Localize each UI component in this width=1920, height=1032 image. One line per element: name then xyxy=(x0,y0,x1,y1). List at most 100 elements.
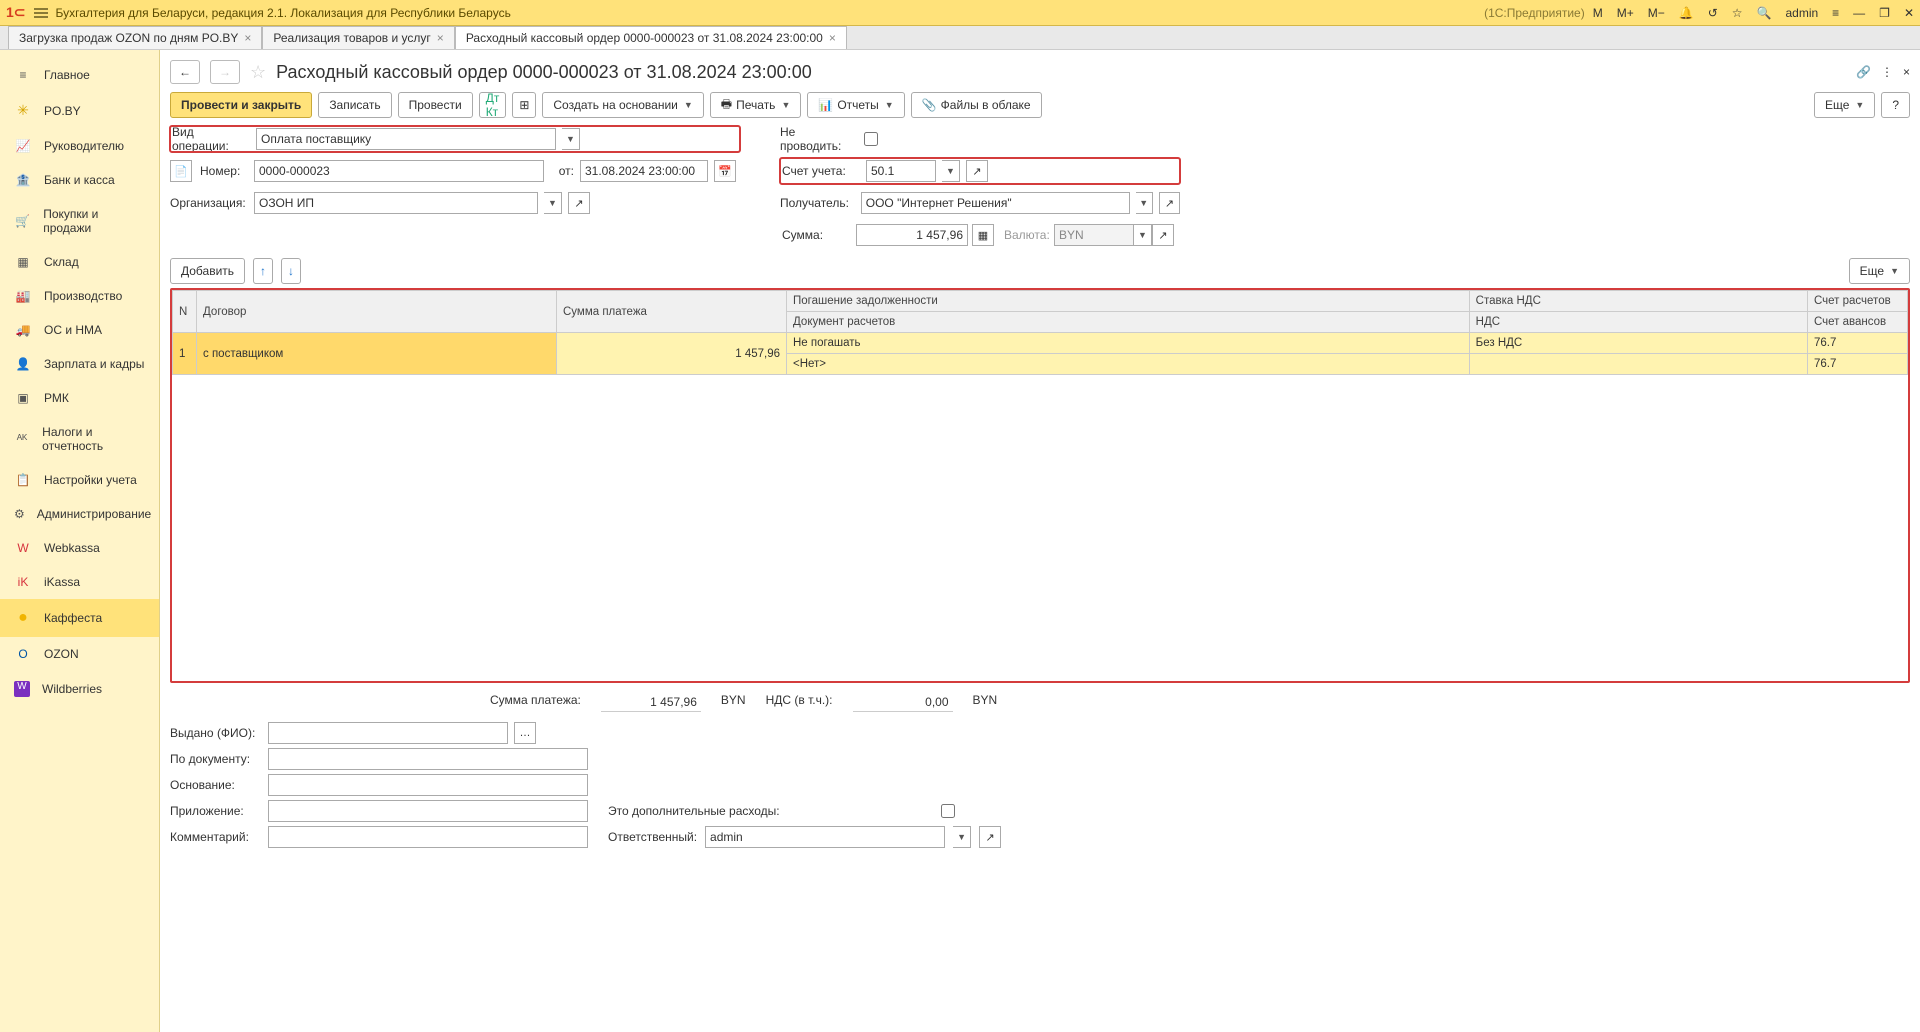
dropdown-icon[interactable]: ▼ xyxy=(1134,224,1152,246)
add-button[interactable]: Добавить xyxy=(170,258,245,284)
no-post-checkbox[interactable] xyxy=(864,132,878,146)
close-icon[interactable]: ✕ xyxy=(1904,6,1914,20)
open-icon[interactable]: ↗ xyxy=(966,160,988,182)
date-field[interactable] xyxy=(580,160,708,182)
basis-field[interactable] xyxy=(268,774,588,796)
sidebar-item-production[interactable]: 🏭Производство xyxy=(0,279,159,313)
cell-debt[interactable]: Не погашать xyxy=(787,333,1470,354)
sidebar-item-webkassa[interactable]: WWebkassa xyxy=(0,531,159,565)
number-field[interactable] xyxy=(254,160,544,182)
sidebar-item-warehouse[interactable]: ▦Склад xyxy=(0,245,159,279)
bell-icon[interactable]: 🔔 xyxy=(1679,6,1694,20)
open-icon[interactable]: ↗ xyxy=(1159,192,1180,214)
mplus-icon[interactable]: M+ xyxy=(1617,6,1634,20)
sidebar-item-salary[interactable]: 👤Зарплата и кадры xyxy=(0,347,159,381)
main-menu-icon[interactable] xyxy=(34,8,48,18)
cell-vat-rate[interactable]: Без НДС xyxy=(1469,333,1807,354)
sidebar-item-poby[interactable]: ✳PO.BY xyxy=(0,92,159,129)
favorite-icon[interactable]: ☆ xyxy=(250,62,266,83)
sidebar-item-sales[interactable]: 🛒Покупки и продажи xyxy=(0,197,159,245)
more-button[interactable]: Еще▼ xyxy=(1814,92,1875,118)
col-n[interactable]: N xyxy=(173,291,197,333)
cell-doc[interactable]: <Нет> xyxy=(787,354,1470,375)
move-down-button[interactable]: ↓ xyxy=(281,258,301,284)
sidebar-item-admin[interactable]: ⚙Администрирование xyxy=(0,497,159,531)
open-icon[interactable]: ↗ xyxy=(979,826,1001,848)
close-icon[interactable]: × xyxy=(1903,65,1910,79)
sidebar-item-manager[interactable]: 📈Руководителю xyxy=(0,129,159,163)
search-icon[interactable]: 🔍 xyxy=(1757,6,1772,20)
move-up-button[interactable]: ↑ xyxy=(253,258,273,284)
history-icon[interactable]: ↺ xyxy=(1708,6,1718,20)
open-icon[interactable]: ↗ xyxy=(1152,224,1174,246)
calendar-icon[interactable]: 📅 xyxy=(714,160,736,182)
table-more-button[interactable]: Еще▼ xyxy=(1849,258,1910,284)
sidebar-item-taxes[interactable]: ᴬᴷНалоги и отчетность xyxy=(0,415,159,463)
cell-contract[interactable]: с поставщиком xyxy=(197,333,557,375)
payee-field[interactable] xyxy=(861,192,1130,214)
sidebar-item-ikassa[interactable]: iKiKassa xyxy=(0,565,159,599)
tab-cash-order[interactable]: Расходный кассовый ордер 0000-000023 от … xyxy=(455,26,847,49)
table-row[interactable]: 1 с поставщиком 1 457,96 Не погашать Без… xyxy=(173,333,1908,354)
reports-button[interactable]: 📊Отчеты▼ xyxy=(807,92,904,118)
open-icon[interactable]: ↗ xyxy=(568,192,590,214)
dk-button[interactable]: ДтКт xyxy=(479,92,507,118)
extra-checkbox[interactable] xyxy=(788,804,1108,818)
close-icon[interactable]: × xyxy=(244,31,251,45)
dropdown-icon[interactable]: ▼ xyxy=(544,192,562,214)
sidebar-item-ozon[interactable]: OOZON xyxy=(0,637,159,671)
cell-acct[interactable]: 76.7 xyxy=(1808,333,1908,354)
post-close-button[interactable]: Провести и закрыть xyxy=(170,92,312,118)
tab-ozon-load[interactable]: Загрузка продаж OZON по дням PO.BY× xyxy=(8,26,262,49)
org-field[interactable] xyxy=(254,192,538,214)
dropdown-icon[interactable]: ▼ xyxy=(942,160,960,182)
comment-field[interactable] xyxy=(268,826,588,848)
attach-field[interactable] xyxy=(268,800,588,822)
col-debt[interactable]: Погашение задолженности xyxy=(787,291,1470,312)
close-icon[interactable]: × xyxy=(829,31,836,45)
col-vat-rate[interactable]: Ставка НДС xyxy=(1469,291,1807,312)
col-vat[interactable]: НДС xyxy=(1469,312,1807,333)
back-button[interactable]: ← xyxy=(170,60,200,84)
account-field[interactable] xyxy=(866,160,936,182)
doc-icon-button[interactable]: 📄 xyxy=(170,160,192,182)
dropdown-icon[interactable]: ▼ xyxy=(1136,192,1153,214)
dropdown-icon[interactable]: ▼ xyxy=(562,128,580,150)
link-icon[interactable]: 🔗 xyxy=(1856,65,1871,79)
tab-realization[interactable]: Реализация товаров и услуг× xyxy=(262,26,454,49)
cell-sum[interactable]: 1 457,96 xyxy=(557,333,787,375)
issued-field[interactable] xyxy=(268,722,508,744)
dots-icon[interactable]: … xyxy=(514,722,536,744)
cloud-files-button[interactable]: 📎Файлы в облаке xyxy=(911,92,1042,118)
close-icon[interactable]: × xyxy=(437,31,444,45)
restore-icon[interactable]: ❐ xyxy=(1879,6,1890,20)
sidebar-item-wildberries[interactable]: WWildberries xyxy=(0,671,159,707)
m-icon[interactable]: M xyxy=(1593,6,1603,20)
cell-vat[interactable] xyxy=(1469,354,1807,375)
col-contract[interactable]: Договор xyxy=(197,291,557,333)
resp-field[interactable] xyxy=(705,826,945,848)
write-button[interactable]: Записать xyxy=(318,92,391,118)
sidebar-item-rmk[interactable]: ▣РМК xyxy=(0,381,159,415)
more-icon[interactable]: ⋮ xyxy=(1881,65,1893,79)
col-adv[interactable]: Счет авансов xyxy=(1808,312,1908,333)
minimize-icon[interactable]: — xyxy=(1853,6,1865,20)
user-label[interactable]: admin xyxy=(1785,6,1818,20)
by-doc-field[interactable] xyxy=(268,748,588,770)
sidebar-item-kaffesta[interactable]: ●Каффеста xyxy=(0,599,159,637)
sidebar-item-settings[interactable]: 📋Настройки учета xyxy=(0,463,159,497)
print-button[interactable]: 🖶Печать▼ xyxy=(710,92,802,118)
sidebar-item-bank[interactable]: 🏦Банк и касса xyxy=(0,163,159,197)
forward-button[interactable]: → xyxy=(210,60,240,84)
cell-adv[interactable]: 76.7 xyxy=(1808,354,1908,375)
tree-button[interactable]: ⊞ xyxy=(512,92,536,118)
calc-icon[interactable]: ▦ xyxy=(972,224,994,246)
sum-field[interactable] xyxy=(856,224,968,246)
col-acct[interactable]: Счет расчетов xyxy=(1808,291,1908,312)
col-sum[interactable]: Сумма платежа xyxy=(557,291,787,333)
mminus-icon[interactable]: M− xyxy=(1648,6,1665,20)
post-button[interactable]: Провести xyxy=(398,92,473,118)
create-based-button[interactable]: Создать на основании▼ xyxy=(542,92,703,118)
sidebar-item-main[interactable]: ≡Главное xyxy=(0,58,159,92)
col-doc[interactable]: Документ расчетов xyxy=(787,312,1470,333)
